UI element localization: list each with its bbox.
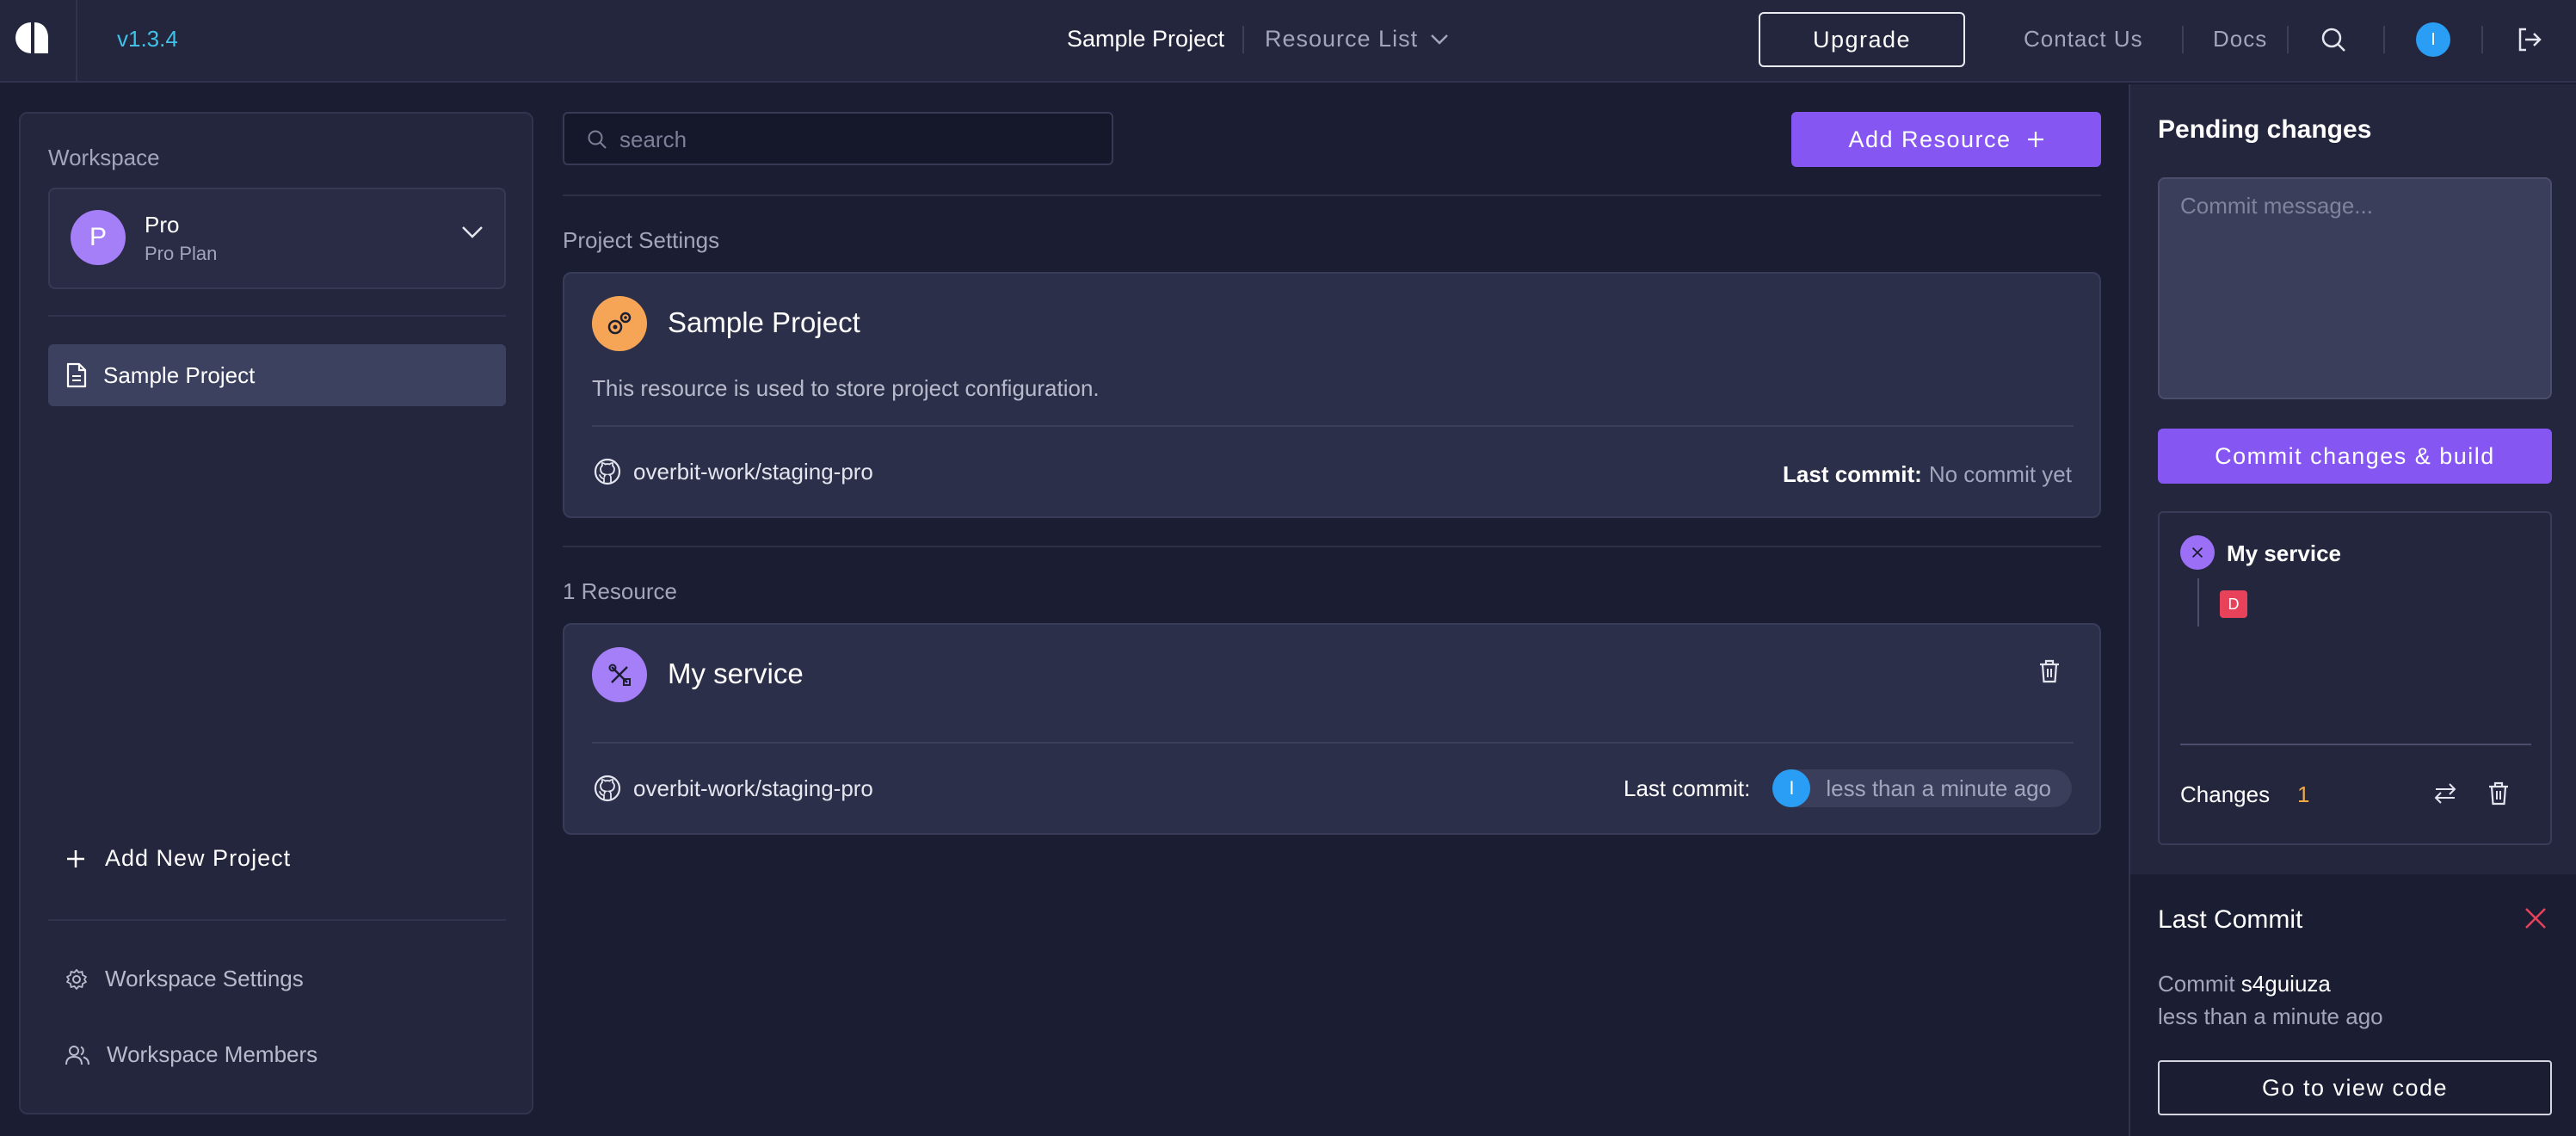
service-icon bbox=[592, 647, 647, 702]
workspace-label: Workspace bbox=[48, 145, 160, 170]
resource-list-label: Resource List bbox=[1265, 26, 1419, 52]
trash-icon[interactable] bbox=[2488, 781, 2509, 806]
commit-chip[interactable]: I less than a minute ago bbox=[1772, 769, 2072, 807]
workspace-settings-label: Workspace Settings bbox=[105, 966, 304, 991]
add-resource-label: Add Resource bbox=[1848, 126, 2012, 152]
workspace-name: Pro bbox=[145, 212, 180, 238]
last-commit-value: No commit yet bbox=[1928, 461, 2072, 487]
deleted-badge: D bbox=[2220, 590, 2247, 618]
card-divider bbox=[592, 425, 2074, 427]
logout-icon[interactable] bbox=[2514, 24, 2545, 55]
topbar-divider bbox=[1242, 26, 1244, 53]
search-icon[interactable] bbox=[2318, 24, 2349, 55]
changes-label: Changes bbox=[2180, 781, 2271, 807]
resource-repo[interactable]: overbit-work/staging-pro bbox=[594, 775, 873, 802]
search-input[interactable] bbox=[619, 120, 1101, 158]
sidebar-divider bbox=[48, 919, 506, 921]
docs-link[interactable]: Docs bbox=[2213, 26, 2267, 52]
sidebar-divider bbox=[48, 315, 506, 317]
changes-box: My service D Changes 1 bbox=[2158, 511, 2552, 845]
compare-icon[interactable] bbox=[2433, 781, 2457, 806]
project-card-description: This resource is used to store project c… bbox=[592, 375, 1100, 401]
topbar-divider bbox=[2287, 26, 2289, 53]
main-divider bbox=[563, 194, 2101, 196]
users-icon bbox=[65, 1045, 89, 1065]
gear-icon bbox=[66, 968, 87, 990]
project-repo[interactable]: overbit-work/staging-pro bbox=[594, 458, 873, 485]
last-commit-panel: Last Commit Commit s4guiuza less than a … bbox=[2130, 874, 2576, 1136]
add-resource-button[interactable]: Add Resource bbox=[1791, 112, 2101, 167]
resource-list-dropdown[interactable]: Resource List bbox=[1265, 26, 1449, 52]
app-logo-icon[interactable] bbox=[15, 21, 50, 55]
top-bar: v1.3.4 Sample Project Resource List Upgr… bbox=[0, 0, 2576, 83]
current-project-name[interactable]: Sample Project bbox=[1067, 26, 1224, 52]
plus-icon bbox=[2027, 132, 2043, 147]
topbar-separator bbox=[76, 0, 77, 83]
app-version: v1.3.4 bbox=[117, 26, 178, 52]
sidebar-item-sample-project[interactable]: Sample Project bbox=[48, 344, 506, 406]
workspace-settings-link[interactable]: Workspace Settings bbox=[65, 966, 304, 992]
resource-last-commit: Last commit: I less than a minute ago bbox=[1624, 769, 2072, 807]
add-new-project-button[interactable]: Add New Project bbox=[65, 845, 291, 872]
last-commit-title: Last Commit bbox=[2158, 905, 2303, 934]
service-icon bbox=[2180, 535, 2215, 570]
last-commit-label: Last commit: bbox=[1624, 775, 1751, 801]
project-card-title: Sample Project bbox=[668, 306, 860, 338]
tree-line bbox=[2197, 578, 2199, 627]
add-new-project-label: Add New Project bbox=[105, 845, 292, 871]
project-last-commit: Last commit: No commit yet bbox=[1783, 461, 2072, 488]
close-icon[interactable] bbox=[2524, 907, 2547, 929]
trash-icon[interactable] bbox=[2039, 659, 2060, 683]
commit-prefix: Commit bbox=[2158, 971, 2235, 997]
changed-service-name[interactable]: My service bbox=[2227, 540, 2341, 567]
resource-repo-name: overbit-work/staging-pro bbox=[633, 775, 873, 801]
commit-hash: s4guiuza bbox=[2240, 971, 2331, 997]
topbar-divider bbox=[2182, 26, 2184, 53]
project-settings-label: Project Settings bbox=[563, 227, 720, 253]
last-commit-line: Commit s4guiuza bbox=[2158, 971, 2331, 997]
workspace-members-link[interactable]: Workspace Members bbox=[65, 1041, 317, 1068]
resource-card-my-service[interactable]: My service overbit-work/staging-pro Last… bbox=[563, 623, 2101, 835]
search-icon bbox=[588, 130, 607, 149]
pending-changes-title: Pending changes bbox=[2158, 115, 2372, 144]
last-commit-time: less than a minute ago bbox=[2158, 1003, 2383, 1029]
topbar-divider bbox=[2383, 26, 2385, 53]
project-repo-name: overbit-work/staging-pro bbox=[633, 458, 873, 485]
user-avatar[interactable]: I bbox=[2416, 22, 2450, 57]
sidebar: Workspace P Pro Pro Plan Sample Project … bbox=[19, 112, 533, 1114]
sidebar-item-label: Sample Project bbox=[103, 361, 256, 388]
plus-icon bbox=[67, 849, 84, 867]
card-divider bbox=[592, 742, 2074, 744]
search-box bbox=[563, 112, 1113, 165]
resource-card-title: My service bbox=[668, 658, 804, 689]
resources-count-label: 1 Resource bbox=[563, 578, 677, 604]
upgrade-button[interactable]: Upgrade bbox=[1759, 12, 1965, 67]
github-icon bbox=[594, 458, 621, 485]
topbar-divider bbox=[2481, 26, 2483, 53]
commit-changes-button[interactable]: Commit changes & build bbox=[2158, 429, 2552, 484]
changes-divider bbox=[2180, 744, 2531, 745]
last-commit-value: less than a minute ago bbox=[1826, 775, 2051, 801]
commit-author-avatar: I bbox=[1772, 769, 1811, 807]
github-icon bbox=[594, 775, 621, 802]
contact-us-link[interactable]: Contact Us bbox=[2024, 26, 2143, 52]
file-icon bbox=[66, 362, 87, 388]
project-config-icon bbox=[592, 296, 647, 351]
main-divider bbox=[563, 546, 2101, 547]
chevron-down-icon bbox=[462, 226, 483, 238]
workspace-members-label: Workspace Members bbox=[107, 1041, 318, 1067]
workspace-avatar: P bbox=[71, 210, 126, 265]
changes-count: 1 bbox=[2297, 781, 2310, 807]
workspace-plan: Pro Plan bbox=[145, 243, 218, 264]
project-settings-card[interactable]: Sample Project This resource is used to … bbox=[563, 272, 2101, 518]
chevron-down-icon bbox=[1431, 34, 1448, 45]
commit-message-input[interactable] bbox=[2158, 177, 2552, 399]
workspace-selector[interactable]: P Pro Pro Plan bbox=[48, 188, 506, 289]
view-code-button[interactable]: Go to view code bbox=[2158, 1060, 2552, 1115]
last-commit-label: Last commit: bbox=[1783, 461, 1922, 487]
